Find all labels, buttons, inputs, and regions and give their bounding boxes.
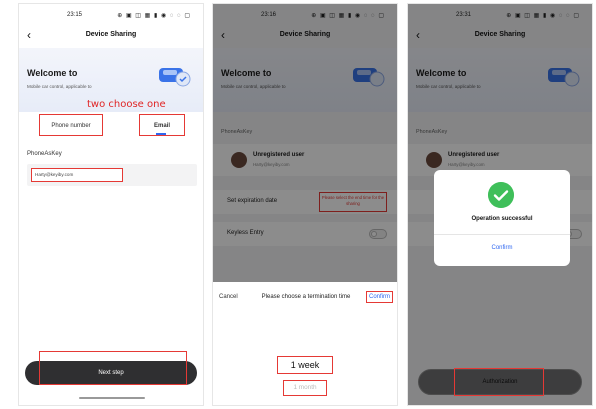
status-bar: 23:15 ⊕ ▣ ◫ ▦ ▮ ◉ ◌ ◌ ▢: [19, 10, 203, 22]
home-indicator: [79, 397, 145, 399]
screen-enter-email: 23:15 ⊕ ▣ ◫ ▦ ▮ ◉ ◌ ◌ ▢ ‹ Device Sharing…: [18, 3, 204, 406]
status-icons: ⊕ ▣ ◫ ▦ ▮ ◉ ◌ ◌ ▢: [117, 13, 191, 19]
termination-time-sheet: Cancel Please choose a termination time …: [213, 282, 397, 405]
picker-option-selected[interactable]: 1 week: [277, 356, 333, 374]
email-field-container: Harty@keyiby.com: [27, 164, 197, 186]
screen-set-expiration: 23:16 ⊕ ▣ ◫ ▦ ▮ ◉ ◌ ◌ ▢ ‹ Device Sharing…: [212, 3, 398, 406]
email-input[interactable]: Harty@keyiby.com: [31, 168, 123, 182]
status-time: 23:15: [67, 12, 83, 18]
sheet-confirm-button[interactable]: Confirm: [365, 291, 393, 303]
page-title: Device Sharing: [85, 31, 137, 38]
sheet-title: Please choose a termination time: [261, 294, 351, 300]
success-dialog: Operation successful Confirm: [434, 170, 570, 266]
checkmark-icon: [488, 182, 514, 208]
dialog-message: Operation successful: [471, 216, 533, 222]
nav-header: ‹ Device Sharing: [19, 26, 203, 44]
tab-phone-number[interactable]: Phone number: [39, 114, 103, 136]
annotation-two-choose-one: two choose one: [87, 99, 166, 110]
authorization-highlight: [454, 368, 544, 396]
next-step-highlight: [39, 351, 187, 385]
picker-option[interactable]: 1 month: [283, 380, 327, 396]
tab-bar: Phone number Email: [19, 114, 203, 138]
phoneaskey-label: PhoneAsKey: [27, 151, 62, 157]
dialog-divider: [434, 234, 570, 235]
tab-active-indicator: [156, 133, 166, 135]
sheet-cancel-button[interactable]: Cancel: [219, 294, 238, 300]
welcome-title: Welcome to: [27, 68, 78, 78]
car-icon: [159, 68, 191, 87]
dialog-confirm-button[interactable]: Confirm: [434, 245, 570, 251]
screen-operation-success: 23:31 ⊕ ▣ ◫ ▦ ▮ ◉ ◌ ◌ ▢ ‹ Device Sharing…: [407, 3, 593, 406]
tutorial-stage: 23:15 ⊕ ▣ ◫ ▦ ▮ ◉ ◌ ◌ ▢ ‹ Device Sharing…: [0, 0, 596, 409]
welcome-subtitle: Mobile car control, applicable to: [27, 84, 92, 89]
